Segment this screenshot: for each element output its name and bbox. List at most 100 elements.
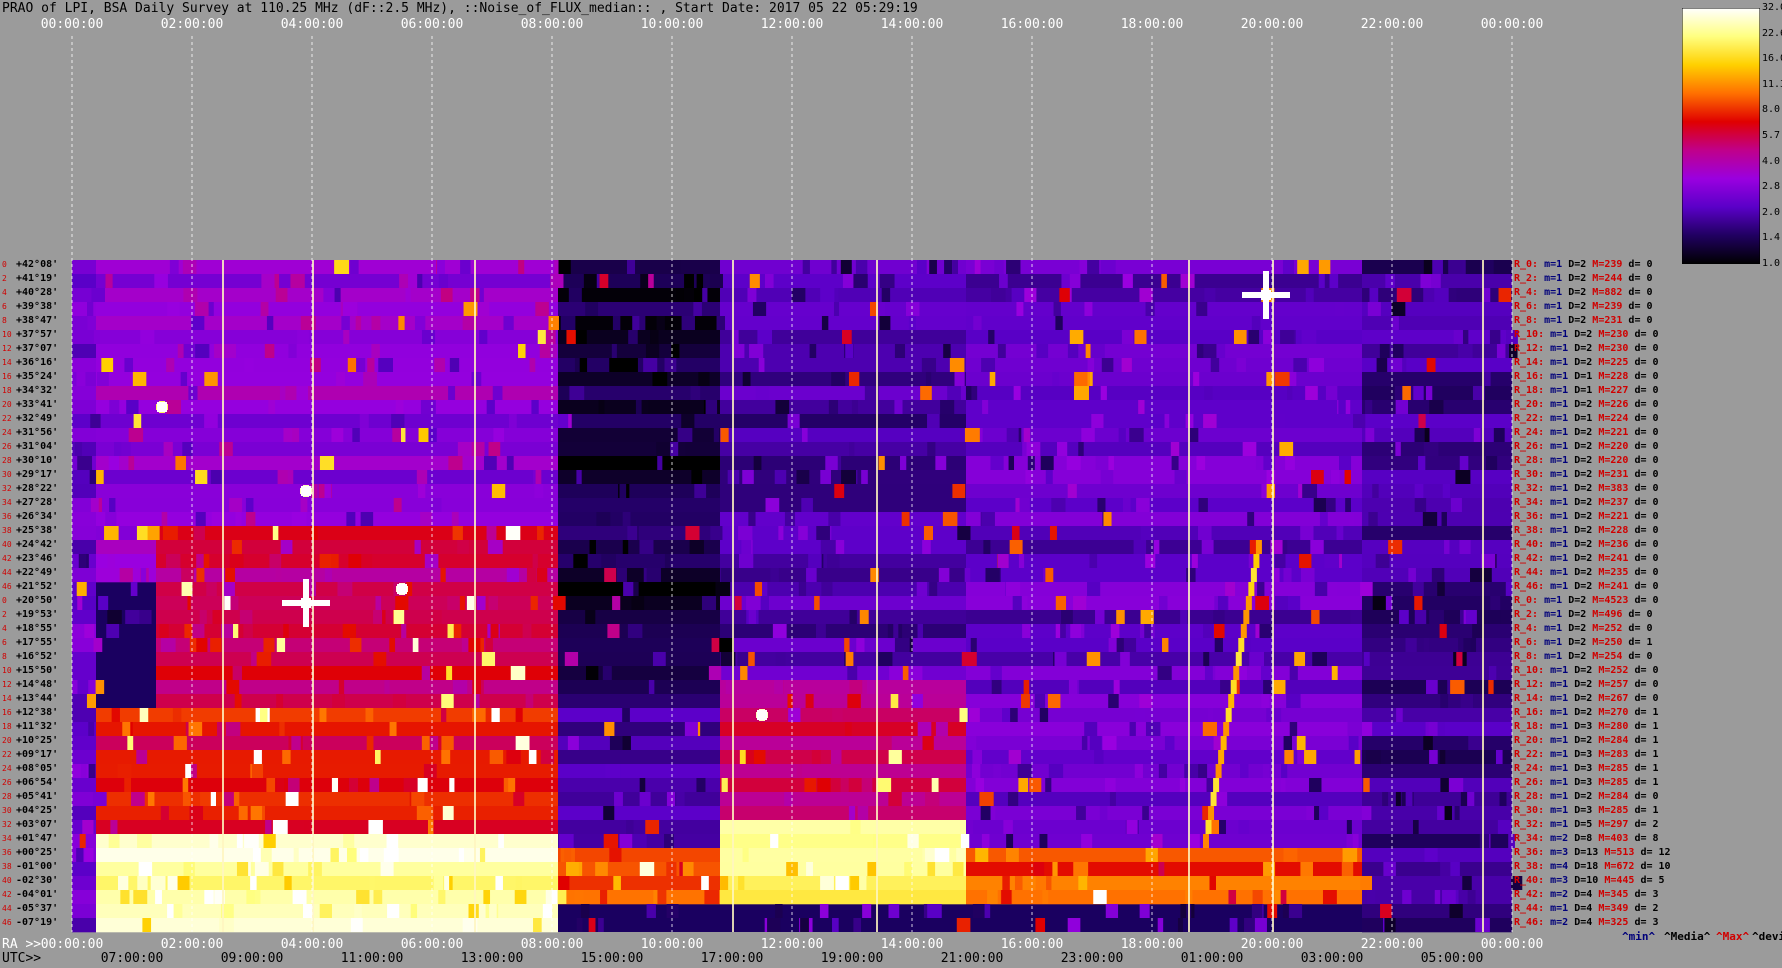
heatmap-cell bbox=[560, 316, 576, 330]
heatmap-cell bbox=[784, 512, 796, 526]
heatmap-cell bbox=[622, 512, 631, 526]
heatmap-band bbox=[558, 456, 720, 471]
heatmap-cell bbox=[375, 596, 382, 610]
heatmap-cell bbox=[447, 624, 454, 638]
heatmap-cell bbox=[332, 694, 345, 708]
heatmap-band bbox=[720, 498, 966, 513]
heatmap-cell bbox=[288, 778, 300, 792]
heatmap-cell bbox=[1248, 330, 1260, 344]
heatmap-cell bbox=[696, 778, 706, 792]
heatmap-cell bbox=[956, 848, 966, 862]
heatmap-band bbox=[72, 708, 96, 723]
heatmap-cell bbox=[1412, 582, 1424, 596]
heatmap-band bbox=[966, 792, 1362, 807]
heatmap-cell bbox=[1090, 344, 1105, 358]
heatmap-band bbox=[720, 554, 966, 569]
heatmap-cell bbox=[1376, 358, 1388, 372]
heatmap-cell bbox=[391, 414, 405, 428]
heatmap-cell bbox=[1341, 862, 1354, 876]
heatmap-cell bbox=[1021, 596, 1028, 610]
heatmap-cell bbox=[282, 750, 291, 764]
row-stat: R_38: m=1 D=2 M=228 d= 0 bbox=[1514, 525, 1659, 536]
heatmap-cell bbox=[107, 610, 122, 624]
heatmap-cell bbox=[343, 834, 355, 848]
heatmap-cell bbox=[250, 876, 257, 890]
heatmap-cell bbox=[1008, 750, 1022, 764]
heatmap-cell bbox=[925, 792, 940, 806]
heatmap-cell bbox=[438, 890, 446, 904]
heatmap-band bbox=[72, 736, 96, 751]
heatmap-cell bbox=[124, 358, 134, 372]
colorbar-tick-label: 22.6 bbox=[1762, 27, 1782, 39]
heatmap-cell bbox=[1382, 792, 1389, 806]
heatmap-cell bbox=[1087, 358, 1095, 372]
heatmap-cell bbox=[166, 400, 182, 414]
heatmap-cell bbox=[558, 876, 570, 890]
heatmap-cell bbox=[77, 456, 93, 470]
heatmap-cell bbox=[1456, 652, 1463, 666]
source-trail bbox=[1253, 554, 1260, 568]
heatmap-cell bbox=[225, 722, 241, 736]
heatmap-cell bbox=[537, 554, 545, 568]
heatmap-cell bbox=[1108, 456, 1114, 470]
heatmap-cell bbox=[194, 302, 209, 316]
legend-min: ^min^ bbox=[1622, 930, 1656, 943]
heatmap-cell bbox=[704, 890, 720, 904]
heatmap-cell bbox=[548, 316, 559, 330]
heatmap-cell bbox=[800, 918, 809, 932]
heatmap-cell bbox=[1460, 694, 1474, 708]
heatmap-cell bbox=[894, 400, 903, 414]
heatmap-cell bbox=[417, 484, 426, 498]
heatmap-cell bbox=[1203, 414, 1217, 428]
heatmap-cell bbox=[599, 274, 609, 288]
heatmap-band bbox=[72, 652, 96, 667]
heatmap-cell bbox=[518, 260, 525, 274]
heatmap-cell bbox=[1361, 806, 1372, 820]
heatmap-cell bbox=[622, 540, 629, 554]
declination-label: 34 +27°28' bbox=[2, 497, 59, 508]
row-stat: R_42: m=2 D=4 M=345 d= 3 bbox=[1514, 889, 1659, 900]
heatmap-cell bbox=[888, 904, 900, 918]
heatmap-band bbox=[966, 344, 1362, 359]
heatmap-cell bbox=[446, 666, 453, 680]
heatmap-band bbox=[558, 876, 720, 891]
heatmap-cell bbox=[1045, 778, 1052, 792]
heatmap-cell bbox=[1408, 568, 1416, 582]
heatmap-cell bbox=[819, 904, 829, 918]
heatmap-cell bbox=[1486, 456, 1498, 470]
heatmap-cell bbox=[449, 778, 455, 792]
heatmap-cell bbox=[276, 778, 284, 792]
source-trail bbox=[1215, 764, 1222, 778]
heatmap-cell bbox=[269, 554, 282, 568]
heatmap-cell bbox=[720, 428, 729, 442]
heatmap-cell bbox=[1365, 400, 1373, 414]
utc-tick-label: 01:00:00 bbox=[1180, 951, 1244, 966]
heatmap-cell bbox=[1201, 540, 1214, 554]
heatmap-cell bbox=[1498, 288, 1512, 302]
heatmap-cell bbox=[784, 792, 793, 806]
heatmap-cell bbox=[498, 834, 504, 848]
heatmap-cell bbox=[1087, 582, 1101, 596]
heatmap-cell bbox=[1067, 484, 1077, 498]
heatmap-band bbox=[720, 288, 966, 303]
heatmap-cell bbox=[681, 414, 695, 428]
heatmap-cell bbox=[1100, 260, 1116, 274]
declination-label: 8 +16°52' bbox=[2, 651, 59, 662]
heatmap-cell bbox=[331, 778, 339, 792]
heatmap-band bbox=[558, 442, 720, 457]
row-stat: R_18: m=1 D=3 M=280 d= 1 bbox=[1514, 721, 1659, 732]
declination-label: 38 -01°00' bbox=[2, 861, 59, 872]
heatmap-cell bbox=[392, 428, 401, 442]
heatmap-band bbox=[558, 638, 720, 653]
heatmap-cell bbox=[1489, 330, 1501, 344]
heatmap-cell bbox=[1283, 568, 1292, 582]
heatmap-band bbox=[96, 260, 558, 275]
heatmap-cell bbox=[160, 806, 169, 820]
heatmap-cell bbox=[990, 456, 1004, 470]
heatmap-cell bbox=[1070, 624, 1082, 638]
heatmap-band bbox=[966, 806, 1362, 821]
heatmap-cell bbox=[576, 918, 583, 932]
heatmap-cell bbox=[342, 624, 357, 638]
source-trail bbox=[1223, 722, 1230, 736]
heatmap-cell bbox=[471, 372, 482, 386]
